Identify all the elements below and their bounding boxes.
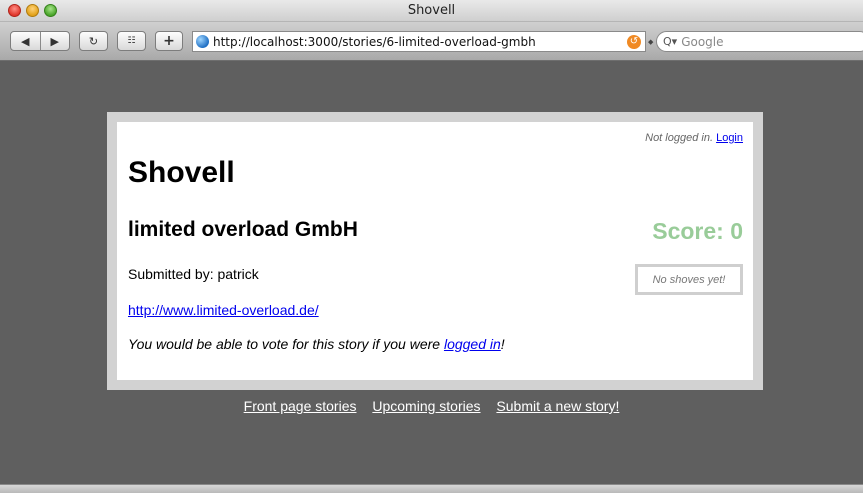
window-title: Shovell	[407, 3, 456, 18]
chevron-down-icon[interactable]: ◆	[648, 38, 653, 46]
search-placeholder: Google	[681, 34, 724, 49]
bookmarks-icon: ☷	[127, 36, 136, 46]
login-status: Not logged in. Login	[645, 132, 743, 144]
globe-icon	[196, 35, 209, 48]
status-bar	[0, 484, 863, 493]
content-frame: Not logged in. Login Shovell limited ove…	[107, 112, 763, 390]
content-panel: Not logged in. Login Shovell limited ove…	[117, 122, 753, 380]
submit-story-link[interactable]: Submit a new story!	[496, 398, 619, 414]
vote-text-before: You would be able to vote for this story…	[128, 336, 444, 352]
reload-icon: ↻	[88, 34, 99, 48]
shove-status-button: No shoves yet!	[635, 264, 743, 295]
login-link[interactable]: Login	[716, 132, 743, 144]
front-page-stories-link[interactable]: Front page stories	[244, 398, 357, 414]
footer-nav: Front page stories Upcoming stories Subm…	[0, 398, 863, 414]
search-field[interactable]: Q▾ Google	[656, 31, 863, 52]
vote-text-after: !	[500, 336, 505, 352]
reload-button[interactable]: ↻	[79, 31, 108, 51]
search-icon: Q▾	[663, 35, 678, 48]
bookmarks-button[interactable]: ☷	[117, 31, 146, 51]
forward-arrow-icon[interactable]: ▶	[39, 32, 70, 50]
back-forward-buttons: ◀ ▶	[10, 31, 70, 51]
address-field[interactable]: http://localhost:3000/stories/6-limited-…	[213, 35, 627, 49]
vote-message: You would be able to vote for this story…	[128, 336, 505, 352]
back-arrow-icon[interactable]: ◀	[11, 32, 40, 50]
site-title: Shovell	[128, 156, 235, 189]
submitted-by: Submitted by: patrick	[128, 266, 259, 282]
story-url-link[interactable]: http://www.limited-overload.de/	[128, 302, 319, 318]
login-status-text: Not logged in.	[645, 132, 714, 144]
snapback-icon[interactable]: ↺	[627, 34, 641, 49]
logged-in-link[interactable]: logged in	[444, 336, 501, 352]
story-title: limited overload GmbH	[128, 218, 358, 241]
address-bar[interactable]: http://localhost:3000/stories/6-limited-…	[192, 31, 646, 52]
upcoming-stories-link[interactable]: Upcoming stories	[372, 398, 480, 414]
score-label: Score: 0	[652, 218, 743, 244]
title-bar: Shovell	[0, 0, 863, 22]
add-bookmark-button[interactable]: +	[155, 31, 183, 51]
browser-toolbar: ◀ ▶ ↻ ☷ + http://localhost:3000/stories/…	[0, 22, 863, 61]
